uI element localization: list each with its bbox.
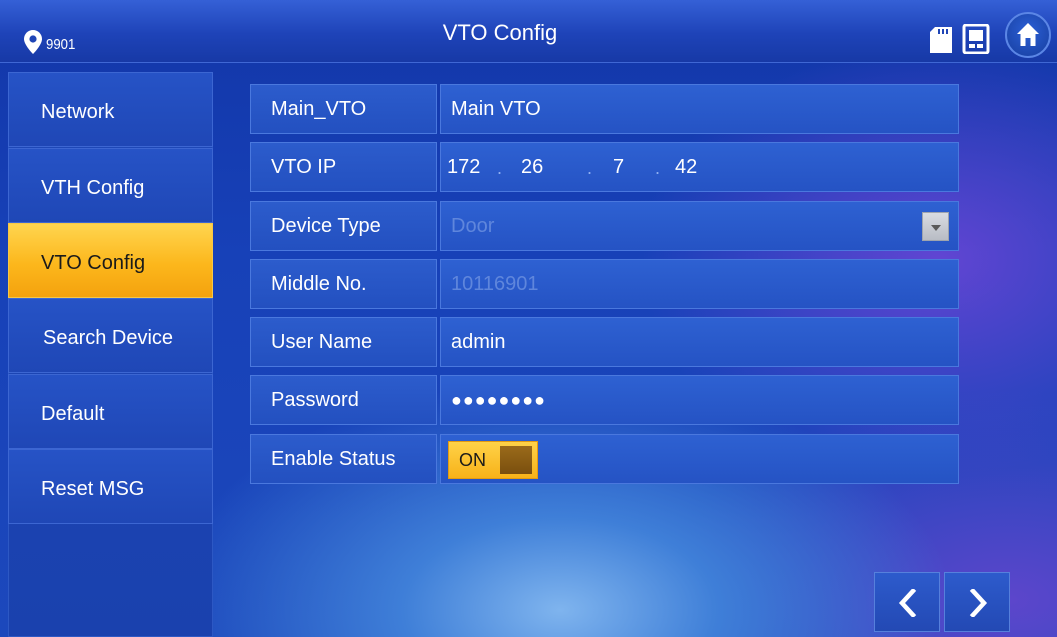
user-name-value: admin xyxy=(451,331,506,353)
password-label: Password xyxy=(250,375,437,425)
device-type-value: Door xyxy=(451,215,495,237)
vto-ip-octet-2[interactable]: 26 xyxy=(521,156,543,179)
password-label-text: Password xyxy=(271,389,359,411)
middle-no-label: Middle No. xyxy=(250,259,437,309)
toggle-knob xyxy=(500,446,532,474)
main-vto-value: Main VTO xyxy=(451,98,541,120)
enable-status-label: Enable Status xyxy=(250,434,437,484)
vto-ip-label: VTO IP xyxy=(250,142,437,192)
sidebar-item-reset-msg[interactable]: Reset MSG xyxy=(8,449,213,524)
sidebar-item-label: Reset MSG xyxy=(41,478,145,500)
sidebar-item-default[interactable]: Default xyxy=(8,374,213,449)
device-type-label-text: Device Type xyxy=(271,215,381,237)
sidebar-item-vth-config[interactable]: VTH Config xyxy=(8,148,213,223)
main-vto-field[interactable]: Main VTO xyxy=(440,84,959,134)
device-type-label: Device Type xyxy=(250,201,437,251)
main-vto-label: Main_VTO xyxy=(250,84,437,134)
sidebar-item-vto-config[interactable]: VTO Config xyxy=(8,223,213,298)
middle-no-field: 10116901 xyxy=(440,259,959,309)
sidebar-item-search-device[interactable]: Search Device xyxy=(8,298,213,373)
next-page-button[interactable] xyxy=(944,572,1010,632)
sidebar-item-label: Network xyxy=(41,101,115,123)
previous-page-button[interactable] xyxy=(874,572,940,632)
middle-no-value: 10116901 xyxy=(451,273,539,295)
chevron-down-icon[interactable] xyxy=(922,212,949,241)
sidebar: Network VTH Config VTO Config Search Dev… xyxy=(8,72,213,637)
chevron-left-icon xyxy=(898,589,917,617)
sidebar-item-label: Search Device xyxy=(43,327,174,349)
user-name-label-text: User Name xyxy=(271,331,373,353)
middle-no-label-text: Middle No. xyxy=(271,273,367,295)
vto-ip-octet-1[interactable]: 172 xyxy=(447,156,480,179)
vto-ip-dot: . xyxy=(587,158,593,178)
chevron-right-icon xyxy=(969,589,988,617)
toggle-on-label: ON xyxy=(459,450,486,470)
sidebar-item-label: VTO Config xyxy=(41,252,146,274)
vto-ip-octet-3[interactable]: 7 xyxy=(613,156,624,179)
sidebar-item-network[interactable]: Network xyxy=(8,72,213,147)
sidebar-item-label: Default xyxy=(41,403,105,425)
vto-ip-label-text: VTO IP xyxy=(271,156,337,178)
sidebar-item-label: VTH Config xyxy=(41,177,145,199)
password-value: ●●●●●●●● xyxy=(451,390,546,410)
enable-status-toggle[interactable]: ON xyxy=(448,441,538,479)
home-icon xyxy=(1017,23,1039,46)
vth-device-icon xyxy=(962,24,990,54)
enable-status-field: ON xyxy=(440,434,959,484)
password-field[interactable]: ●●●●●●●● xyxy=(440,375,959,425)
vto-ip-octet-4[interactable]: 42 xyxy=(675,156,697,179)
vto-ip-dot: . xyxy=(497,158,503,178)
user-name-field[interactable]: admin xyxy=(440,317,959,367)
device-type-select[interactable]: Door xyxy=(440,201,959,251)
user-name-label: User Name xyxy=(250,317,437,367)
vto-ip-dot: . xyxy=(655,158,661,178)
vto-ip-field: 172 . 26 . 7 . 42 xyxy=(440,142,959,192)
sd-card-icon xyxy=(930,27,952,53)
main-vto-label-text: Main_VTO xyxy=(271,98,367,120)
top-bar: 9901 VTO Config xyxy=(0,0,1057,63)
enable-status-label-text: Enable Status xyxy=(271,448,396,470)
home-button[interactable] xyxy=(1005,12,1051,58)
page-title: VTO Config xyxy=(442,20,558,45)
